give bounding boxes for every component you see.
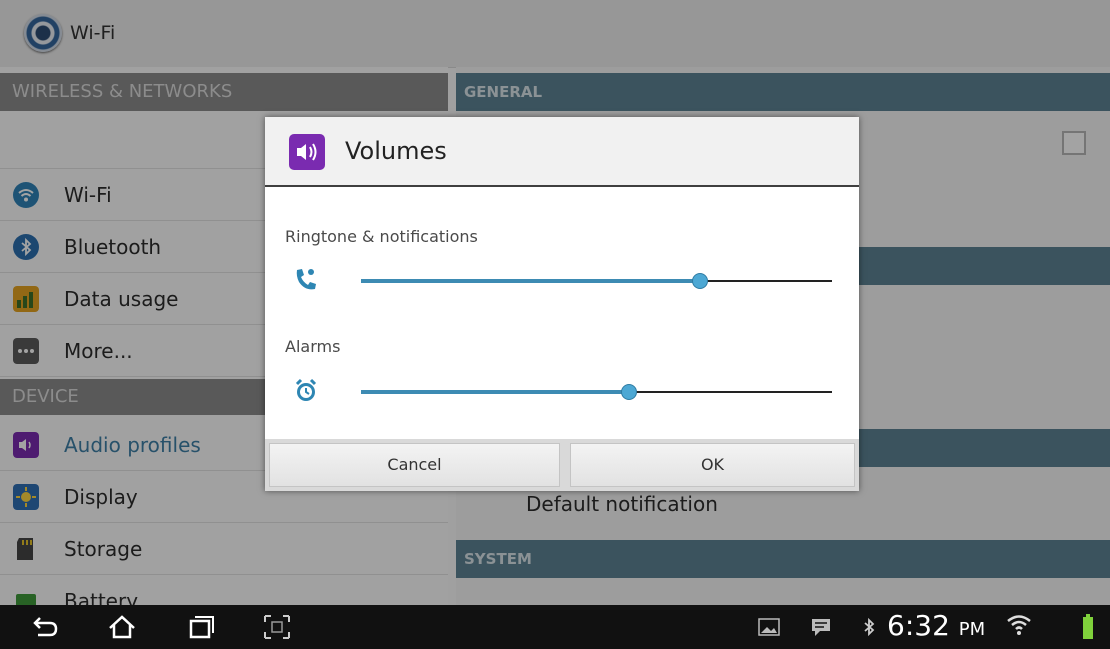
system-navigation-bar: 6:32 PM [0,605,1110,649]
alarm-clock-icon [295,378,317,401]
gallery-notification-icon[interactable] [758,617,780,637]
clock-time: 6:32 [887,609,950,642]
wifi-signal-icon [1007,615,1031,635]
ringtone-slider-fill [361,279,701,283]
ok-button[interactable]: OK [570,443,855,487]
bluetooth-status-icon [864,617,875,637]
home-icon[interactable] [107,613,137,641]
ringtone-slider-thumb[interactable] [693,274,708,288]
ringtone-phone-icon [296,269,316,290]
ringtone-label: Ringtone & notifications [285,227,478,246]
alarms-label: Alarms [285,337,341,356]
status-clock[interactable]: 6:32 PM [887,609,985,642]
alarms-slider-fill [361,390,630,394]
clock-ampm: PM [958,619,986,640]
alarms-slider-thumb[interactable] [622,385,637,399]
ringtone-slider[interactable] [361,274,832,288]
settings-screen: Wi-Fi WIRELESS & NETWORKS Wi-Fi Bluetoot… [0,0,1110,605]
message-notification-icon[interactable] [810,617,832,637]
recent-apps-icon[interactable] [186,613,216,641]
back-icon[interactable] [30,613,60,641]
screenshot-icon[interactable] [262,613,292,641]
dialog-title: Volumes [345,137,447,165]
alarms-slider[interactable] [361,385,832,399]
volume-icon [289,134,325,170]
dialog-button-bar: Cancel OK [265,439,859,491]
cancel-button[interactable]: Cancel [269,443,560,487]
volumes-dialog: Volumes Ringtone & notifications Alarms … [265,117,859,491]
battery-status-icon [1083,614,1093,639]
dialog-header: Volumes [265,117,859,187]
